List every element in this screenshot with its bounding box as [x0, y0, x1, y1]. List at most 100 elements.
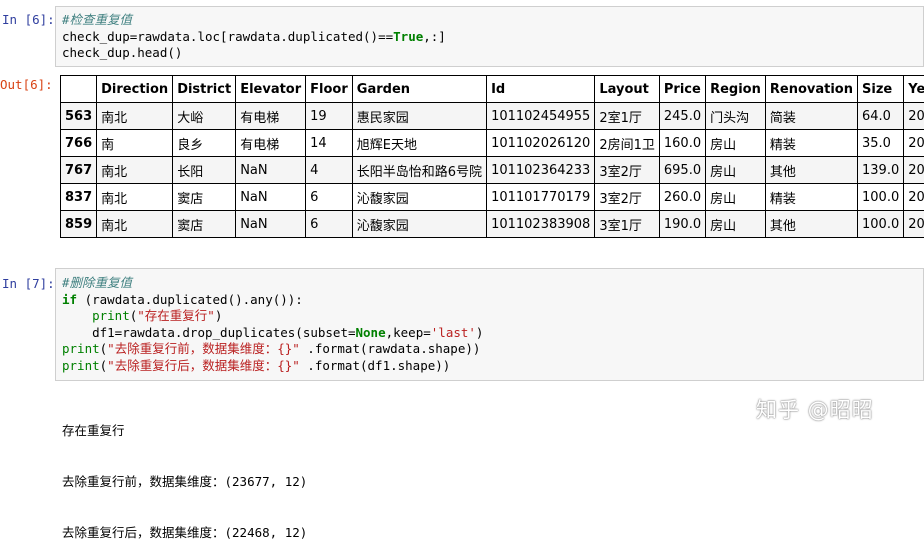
table-cell: 245.0 [659, 103, 705, 130]
table-cell: 64.0 [858, 103, 904, 130]
table-cell: 旭辉E天地 [352, 130, 486, 157]
code-token: .format(rawdata.shape)) [300, 341, 481, 356]
table-cell: 6 [306, 211, 353, 238]
cell6-in-prompt: In [6]: [2, 12, 55, 27]
code-token: .format(df1.shape)) [300, 358, 451, 373]
code-token: ,keep= [386, 325, 431, 340]
code-line: #检查重复值 [62, 12, 446, 29]
zhihu-watermark: 知乎 @昭昭 [756, 394, 874, 424]
table-cell: 139.0 [858, 157, 904, 184]
code-token: print [62, 341, 100, 356]
table-cell: 2004 [904, 211, 924, 238]
row-index: 563 [61, 103, 97, 130]
table-cell: 6 [306, 184, 353, 211]
cell7-code[interactable]: #删除重复值 if (rawdata.duplicated().any()): p… [62, 275, 483, 375]
code-line: df1=rawdata.drop_duplicates(subset=None,… [62, 325, 483, 342]
table-cell: 190.0 [659, 211, 705, 238]
table-cell: 其他 [765, 211, 857, 238]
table-cell: 695.0 [659, 157, 705, 184]
code-token: ,:] [423, 29, 446, 44]
table-cell: 沁馥家园 [352, 211, 486, 238]
table-body: 563南北大峪有电梯19惠民家园1011024549552室1厅245.0门头沟… [61, 103, 924, 238]
stdout-line: 存在重复行 [62, 422, 307, 439]
row-index: 766 [61, 130, 97, 157]
table-cell: 260.0 [659, 184, 705, 211]
column-header: Region [706, 76, 766, 103]
code-line: print("去除重复行后，数据集维度：{}" .format(df1.shap… [62, 358, 483, 375]
table-cell: 南北 [97, 211, 173, 238]
stdout-line: 去除重复行前，数据集维度：(23677, 12) [62, 473, 307, 490]
table-cell: 101102454955 [487, 103, 595, 130]
table-cell: 3室2厅 [595, 157, 660, 184]
table-cell: 南 [97, 130, 173, 157]
table-cell: 南北 [97, 184, 173, 211]
code-token: (rawdata.duplicated().any()): [77, 292, 303, 307]
table-cell: 3室1厅 [595, 211, 660, 238]
table-cell: 其他 [765, 157, 857, 184]
table-cell: 2室1厅 [595, 103, 660, 130]
table-cell: 4 [306, 157, 353, 184]
column-header: Garden [352, 76, 486, 103]
code-line: #删除重复值 [62, 275, 483, 292]
table-cell: 大峪 [173, 103, 236, 130]
table-row: 563南北大峪有电梯19惠民家园1011024549552室1厅245.0门头沟… [61, 103, 924, 130]
table-cell: 2004 [904, 184, 924, 211]
column-header: Size [858, 76, 904, 103]
table-cell: 南北 [97, 103, 173, 130]
table-cell: 19 [306, 103, 353, 130]
table-cell: 有电梯 [236, 103, 306, 130]
table-cell: NaN [236, 184, 306, 211]
table-cell: 2015 [904, 130, 924, 157]
column-header: Direction [97, 76, 173, 103]
table-cell: 精装 [765, 184, 857, 211]
code-token: True [393, 29, 423, 44]
table-cell: 惠民家园 [352, 103, 486, 130]
column-header: Floor [306, 76, 353, 103]
code-token: df1=rawdata.drop_duplicates(subset= [62, 325, 356, 340]
code-token: #检查重复值 [62, 12, 132, 27]
table-cell: NaN [236, 157, 306, 184]
index-header [61, 76, 97, 103]
table-cell: 沁馥家园 [352, 184, 486, 211]
table-row: 766南良乡有电梯14旭辉E天地1011020261202房间1卫160.0房山… [61, 130, 924, 157]
table-cell: 35.0 [858, 130, 904, 157]
table-cell: 长阳 [173, 157, 236, 184]
code-token: ) [476, 325, 484, 340]
column-header: Year [904, 76, 924, 103]
column-header: Renovation [765, 76, 857, 103]
table-cell: 房山 [706, 157, 766, 184]
code-token: "去除重复行后，数据集维度：{}" [107, 358, 300, 373]
table-cell: 2015 [904, 157, 924, 184]
code-token: #删除重复值 [62, 275, 132, 290]
cell6-out-prompt: Out[6]: [0, 77, 53, 92]
table-row: 767南北长阳NaN4长阳半岛怡和路6号院1011023642333室2厅695… [61, 157, 924, 184]
table-cell: 101101770179 [487, 184, 595, 211]
table-row: 859南北窦店NaN6沁馥家园1011023839083室1厅190.0房山其他… [61, 211, 924, 238]
table-cell: 100.0 [858, 184, 904, 211]
table-cell: 14 [306, 130, 353, 157]
cell7-stdout: 存在重复行 去除重复行前，数据集维度：(23677, 12) 去除重复行后，数据… [62, 388, 307, 558]
table-cell: 有电梯 [236, 130, 306, 157]
cell6-code[interactable]: #检查重复值 check_dup=rawdata.loc[rawdata.dupl… [62, 12, 446, 62]
code-token: print [92, 308, 130, 323]
code-token: check_dup.head() [62, 45, 182, 60]
table-cell: 2012 [904, 103, 924, 130]
table-cell: 门头沟 [706, 103, 766, 130]
column-header: District [173, 76, 236, 103]
table-cell: 101102026120 [487, 130, 595, 157]
code-token: print [62, 358, 100, 373]
table-cell: 长阳半岛怡和路6号院 [352, 157, 486, 184]
table-cell: 房山 [706, 184, 766, 211]
code-token: if [62, 292, 77, 307]
code-token: check_dup=rawdata.loc[rawdata.duplicated… [62, 29, 393, 44]
row-index: 837 [61, 184, 97, 211]
table-cell: 101102364233 [487, 157, 595, 184]
table-cell: 窦店 [173, 184, 236, 211]
table-cell: 3室2厅 [595, 184, 660, 211]
column-header: Layout [595, 76, 660, 103]
code-token [62, 308, 92, 323]
table-header-row: DirectionDistrictElevatorFloorGardenIdLa… [61, 76, 924, 103]
table-row: 837南北窦店NaN6沁馥家园1011017701793室2厅260.0房山精装… [61, 184, 924, 211]
column-header: Id [487, 76, 595, 103]
code-token: "存在重复行" [137, 308, 215, 323]
